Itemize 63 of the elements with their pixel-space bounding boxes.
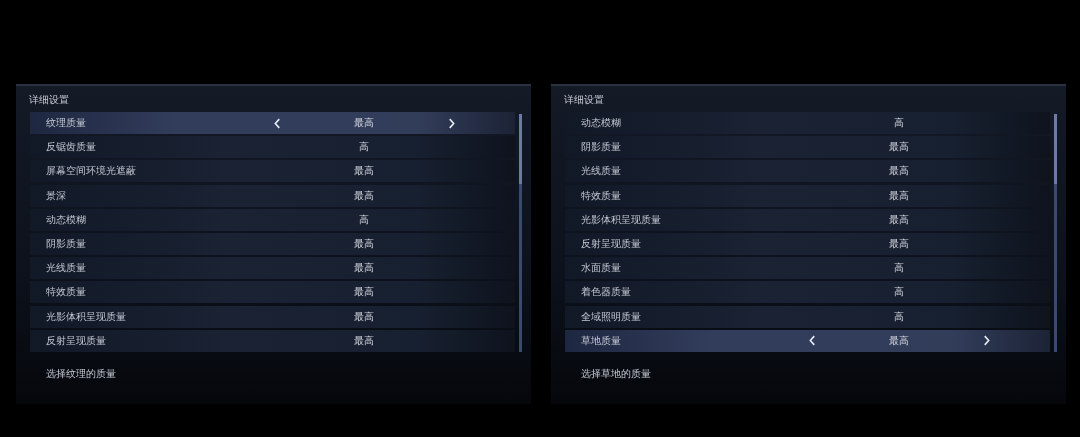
setting-label: 动态模糊 bbox=[46, 212, 87, 227]
setting-label: 景深 bbox=[46, 188, 67, 203]
setting-value: 最高 bbox=[353, 333, 375, 348]
setting-label: 光影体积呈现质量 bbox=[581, 212, 662, 227]
setting-value: 最高 bbox=[888, 333, 910, 348]
setting-label: 着色器质量 bbox=[581, 285, 632, 300]
setting-row[interactable]: 纹理质量 最高 bbox=[30, 112, 515, 134]
setting-row[interactable]: 光线质量 最高 bbox=[565, 160, 1050, 183]
left-chevron-icon[interactable] bbox=[808, 335, 816, 347]
setting-label: 动态模糊 bbox=[581, 116, 622, 130]
setting-value: 最高 bbox=[353, 261, 375, 276]
panel-title: 详细设置 bbox=[563, 93, 605, 107]
scrollbar[interactable] bbox=[519, 114, 522, 352]
setting-value: 最高 bbox=[888, 140, 910, 155]
setting-row[interactable]: 全域照明质量 高 bbox=[565, 305, 1050, 328]
setting-label: 草地质量 bbox=[581, 333, 622, 348]
setting-row[interactable]: 反锯齿质量 高 bbox=[30, 136, 515, 159]
setting-value: 最高 bbox=[888, 188, 910, 203]
setting-description: 选择草地的质量 bbox=[580, 367, 652, 381]
setting-value: 最高 bbox=[353, 309, 375, 324]
setting-label: 特效质量 bbox=[46, 285, 87, 300]
right-chevron-icon[interactable] bbox=[447, 117, 455, 129]
setting-row[interactable]: 阴影质量 最高 bbox=[565, 136, 1050, 159]
setting-row[interactable]: 反射呈现质量 最高 bbox=[30, 329, 515, 352]
panel-title: 详细设置 bbox=[28, 93, 70, 107]
right-chevron-icon[interactable] bbox=[982, 335, 990, 347]
setting-label: 反射呈现质量 bbox=[46, 333, 107, 348]
setting-value: 最高 bbox=[353, 236, 375, 251]
setting-value: 高 bbox=[358, 140, 370, 155]
setting-label: 纹理质量 bbox=[46, 116, 87, 130]
setting-value: 最高 bbox=[353, 285, 375, 300]
setting-value: 高 bbox=[358, 212, 370, 227]
setting-value: 最高 bbox=[353, 116, 375, 130]
setting-value: 最高 bbox=[353, 188, 375, 203]
setting-label: 反锯齿质量 bbox=[46, 140, 97, 155]
setting-row[interactable]: 特效质量 最高 bbox=[30, 281, 515, 304]
setting-label: 阴影质量 bbox=[46, 236, 87, 251]
setting-value: 最高 bbox=[353, 164, 375, 179]
setting-value: 最高 bbox=[888, 236, 910, 251]
setting-label: 反射呈现质量 bbox=[581, 236, 642, 251]
setting-label: 水面质量 bbox=[581, 261, 622, 276]
setting-value: 高 bbox=[893, 285, 905, 300]
setting-value: 高 bbox=[893, 261, 905, 276]
setting-value: 最高 bbox=[888, 212, 910, 227]
left-chevron-icon[interactable] bbox=[273, 117, 281, 129]
setting-row[interactable]: 特效质量 最高 bbox=[565, 184, 1050, 207]
setting-row[interactable]: 草地质量 最高 bbox=[565, 329, 1050, 352]
setting-value: 高 bbox=[893, 116, 905, 130]
setting-row[interactable]: 屏幕空间环境光遮蔽 最高 bbox=[30, 160, 515, 183]
setting-label: 光线质量 bbox=[46, 261, 87, 276]
setting-row[interactable]: 着色器质量 高 bbox=[565, 281, 1050, 304]
setting-label: 光影体积呈现质量 bbox=[46, 309, 127, 324]
setting-value: 高 bbox=[893, 309, 905, 324]
setting-description: 选择纹理的质量 bbox=[45, 367, 117, 381]
setting-value: 最高 bbox=[888, 164, 910, 179]
scrollbar[interactable] bbox=[1054, 114, 1057, 352]
setting-label: 特效质量 bbox=[581, 188, 622, 203]
setting-row[interactable]: 光影体积呈现质量 最高 bbox=[30, 305, 515, 328]
setting-row[interactable]: 景深 最高 bbox=[30, 184, 515, 207]
setting-label: 全域照明质量 bbox=[581, 309, 642, 324]
setting-label: 光线质量 bbox=[581, 164, 622, 179]
setting-label: 阴影质量 bbox=[581, 140, 622, 155]
setting-label: 屏幕空间环境光遮蔽 bbox=[46, 164, 137, 179]
